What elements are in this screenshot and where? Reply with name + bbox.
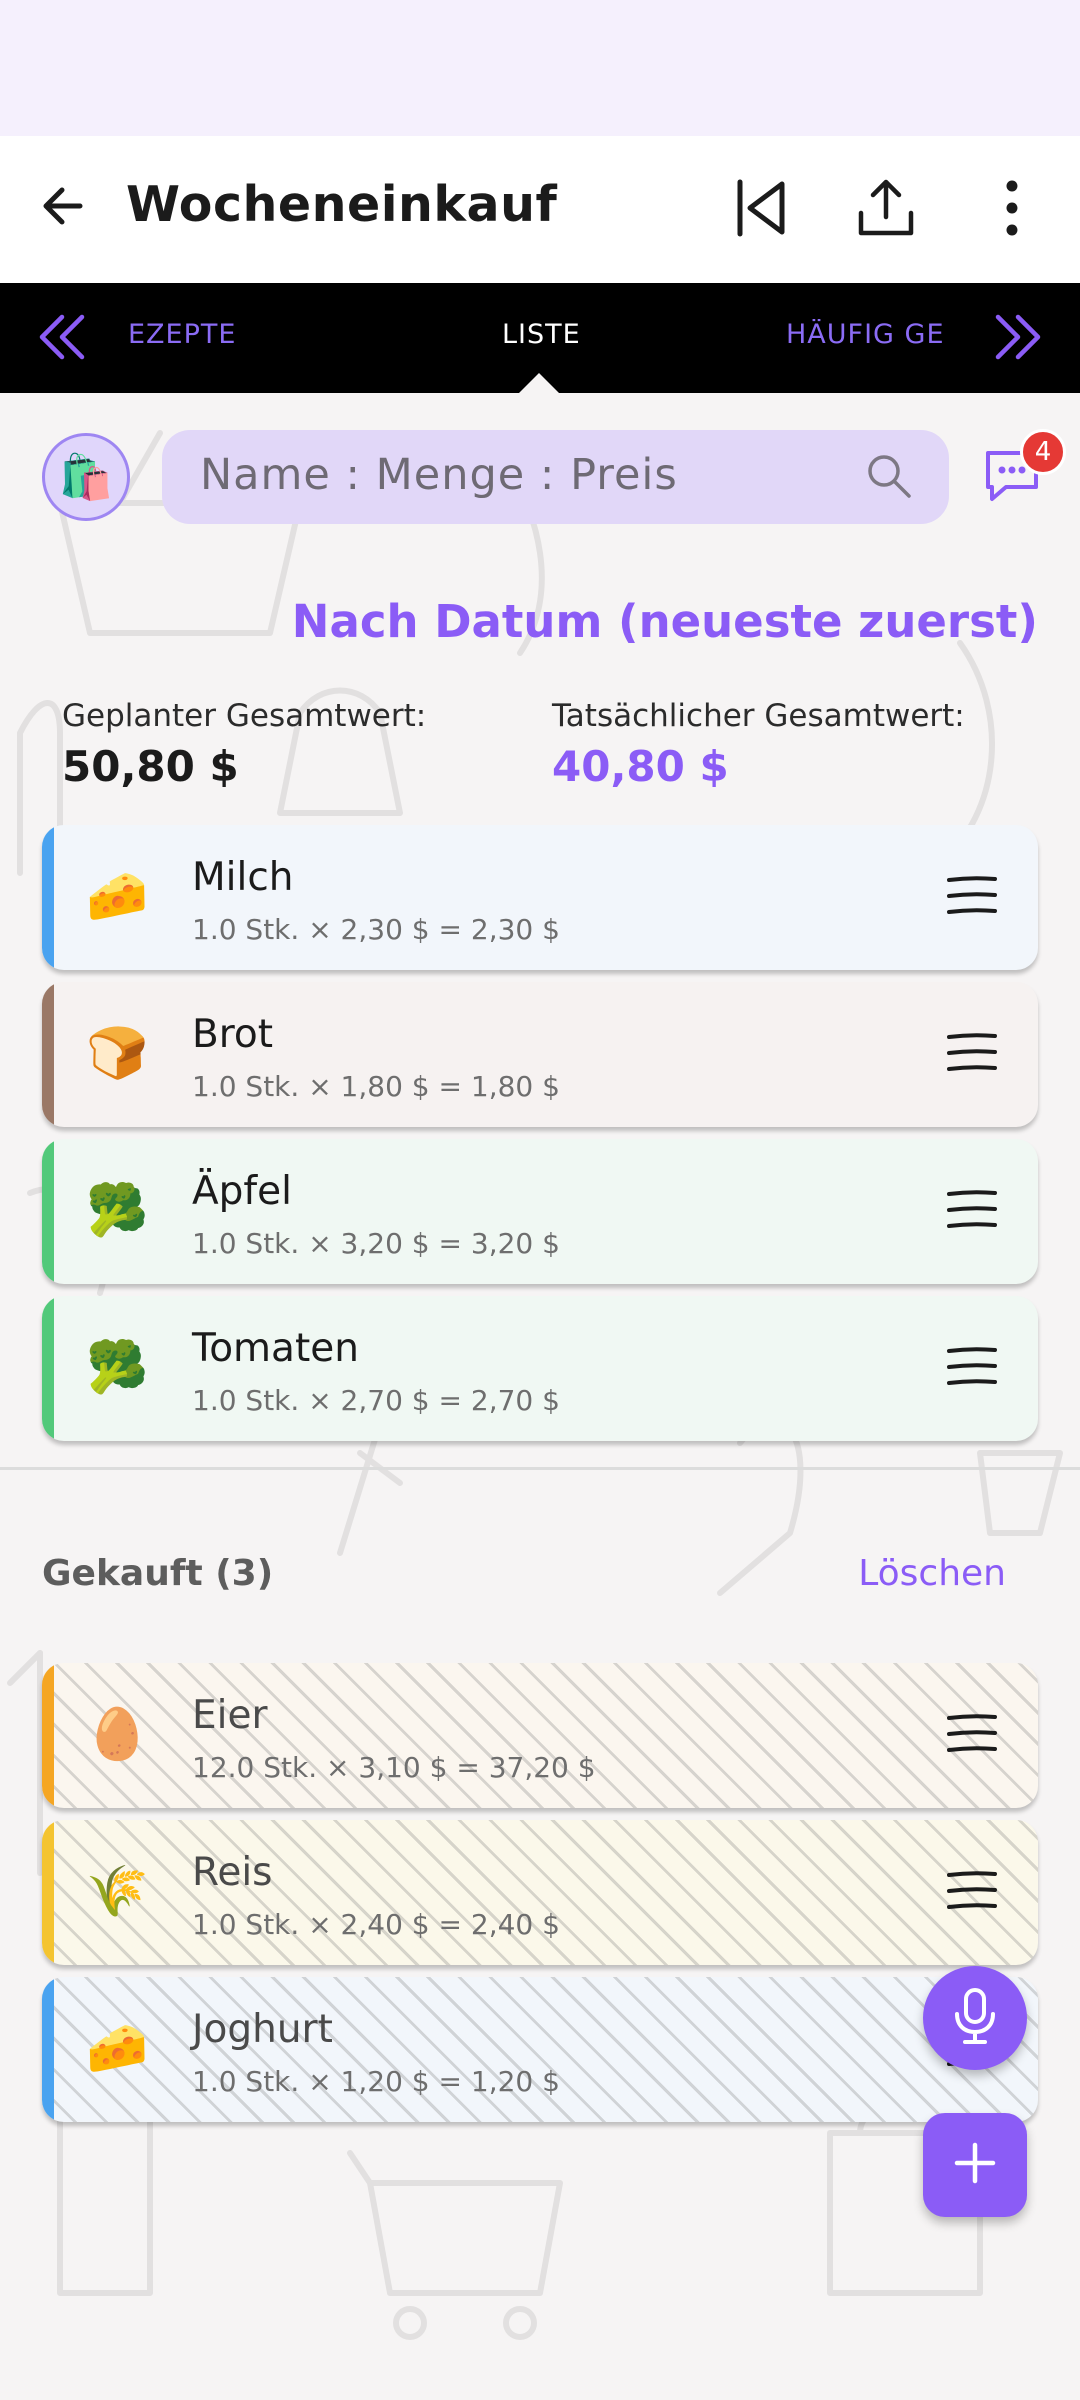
planned-total-value: 50,80 $ bbox=[62, 742, 239, 791]
drag-handle-icon[interactable] bbox=[946, 875, 998, 921]
back-arrow-icon[interactable] bbox=[36, 178, 92, 234]
bought-item[interactable]: 🧀 Joghurt 1.0 Stk. × 1,20 $ = 1,20 $ bbox=[42, 1977, 1038, 2122]
list-item[interactable]: 🧀 Milch 1.0 Stk. × 2,30 $ = 2,30 $ bbox=[42, 825, 1038, 970]
item-detail: 12.0 Stk. × 3,10 $ = 37,20 $ bbox=[192, 1751, 596, 1784]
search-icon[interactable] bbox=[865, 452, 913, 504]
status-bar bbox=[0, 0, 1080, 136]
section-divider bbox=[0, 1467, 1080, 1470]
search-placeholder: Name : Menge : Preis bbox=[200, 450, 678, 500]
chevron-double-right-icon[interactable] bbox=[992, 311, 1044, 367]
actual-total-value: 40,80 $ bbox=[552, 742, 729, 791]
item-name: Brot bbox=[192, 1012, 274, 1057]
active-tab-indicator bbox=[519, 373, 559, 393]
chevron-double-left-icon[interactable] bbox=[36, 311, 88, 367]
rice-icon: 🌾 bbox=[86, 1862, 149, 1920]
cheese-icon: 🧀 bbox=[86, 2019, 149, 2077]
item-detail: 1.0 Stk. × 1,20 $ = 1,20 $ bbox=[192, 2065, 560, 2098]
item-detail: 1.0 Stk. × 2,70 $ = 2,70 $ bbox=[192, 1384, 560, 1417]
category-stripe bbox=[42, 1820, 54, 1965]
tab-bar: EZEPTE LISTE HÄUFIG GE bbox=[0, 283, 1080, 393]
item-name: Eier bbox=[192, 1693, 268, 1738]
page-title: Wocheneinkauf bbox=[126, 176, 558, 233]
tab-list[interactable]: LISTE bbox=[502, 319, 581, 350]
list-item[interactable]: 🍞 Brot 1.0 Stk. × 1,80 $ = 1,80 $ bbox=[42, 982, 1038, 1127]
item-detail: 1.0 Stk. × 2,40 $ = 2,40 $ bbox=[192, 1908, 560, 1941]
plus-icon bbox=[953, 2141, 997, 2189]
voice-input-button[interactable] bbox=[923, 1966, 1027, 2070]
item-name: Joghurt bbox=[192, 2007, 333, 2052]
actual-total-label: Tatsächlicher Gesamtwert: bbox=[552, 698, 965, 734]
clear-bought-button[interactable]: Löschen bbox=[858, 1553, 1006, 1594]
category-stripe bbox=[42, 1977, 54, 2122]
main-content: 🛍️ Name : Menge : Preis 4 Nach Datum (ne… bbox=[0, 393, 1080, 2400]
search-input[interactable]: Name : Menge : Preis bbox=[162, 430, 949, 524]
drag-handle-icon[interactable] bbox=[946, 1189, 998, 1235]
item-name: Milch bbox=[192, 855, 294, 900]
tab-recipes[interactable]: EZEPTE bbox=[128, 319, 236, 350]
planned-total-label: Geplanter Gesamtwert: bbox=[62, 698, 427, 734]
item-detail: 1.0 Stk. × 2,30 $ = 2,30 $ bbox=[192, 913, 560, 946]
category-stripe bbox=[42, 1139, 54, 1284]
bought-item[interactable]: 🥚 Eier 12.0 Stk. × 3,10 $ = 37,20 $ bbox=[42, 1663, 1038, 1808]
category-stripe bbox=[42, 982, 54, 1127]
item-name: Reis bbox=[192, 1850, 273, 1895]
egg-icon: 🥚 bbox=[86, 1705, 149, 1763]
skip-to-start-icon[interactable] bbox=[724, 172, 796, 244]
tab-frequent[interactable]: HÄUFIG GE bbox=[786, 319, 946, 350]
bought-item[interactable]: 🌾 Reis 1.0 Stk. × 2,40 $ = 2,40 $ bbox=[42, 1820, 1038, 1965]
category-stripe bbox=[42, 1296, 54, 1441]
list-item[interactable]: 🥦 Tomaten 1.0 Stk. × 2,70 $ = 2,70 $ bbox=[42, 1296, 1038, 1441]
broccoli-icon: 🥦 bbox=[86, 1338, 149, 1396]
broccoli-icon: 🥦 bbox=[86, 1181, 149, 1239]
sort-label[interactable]: Nach Datum (neueste zuerst) bbox=[292, 595, 1038, 648]
category-stripe bbox=[42, 1663, 54, 1808]
shopping-bags-avatar[interactable]: 🛍️ bbox=[42, 433, 130, 521]
item-name: Äpfel bbox=[192, 1169, 292, 1214]
more-vert-icon[interactable] bbox=[976, 172, 1048, 244]
list-item[interactable]: 🥦 Äpfel 1.0 Stk. × 3,20 $ = 3,20 $ bbox=[42, 1139, 1038, 1284]
bought-section-title: Gekauft (3) bbox=[42, 1553, 274, 1594]
share-icon[interactable] bbox=[850, 172, 922, 244]
cheese-icon: 🧀 bbox=[86, 867, 149, 925]
bread-icon: 🍞 bbox=[86, 1024, 149, 1082]
app-bar: Wocheneinkauf bbox=[0, 136, 1080, 283]
category-stripe bbox=[42, 825, 54, 970]
microphone-icon bbox=[949, 1986, 1001, 2050]
drag-handle-icon[interactable] bbox=[946, 1870, 998, 1916]
item-detail: 1.0 Stk. × 3,20 $ = 3,20 $ bbox=[192, 1227, 560, 1260]
item-detail: 1.0 Stk. × 1,80 $ = 1,80 $ bbox=[192, 1070, 560, 1103]
drag-handle-icon[interactable] bbox=[946, 1346, 998, 1392]
drag-handle-icon[interactable] bbox=[946, 1032, 998, 1078]
drag-handle-icon[interactable] bbox=[946, 1713, 998, 1759]
item-name: Tomaten bbox=[192, 1326, 359, 1371]
add-item-button[interactable] bbox=[923, 2113, 1027, 2217]
notification-badge: 4 bbox=[1020, 429, 1066, 475]
